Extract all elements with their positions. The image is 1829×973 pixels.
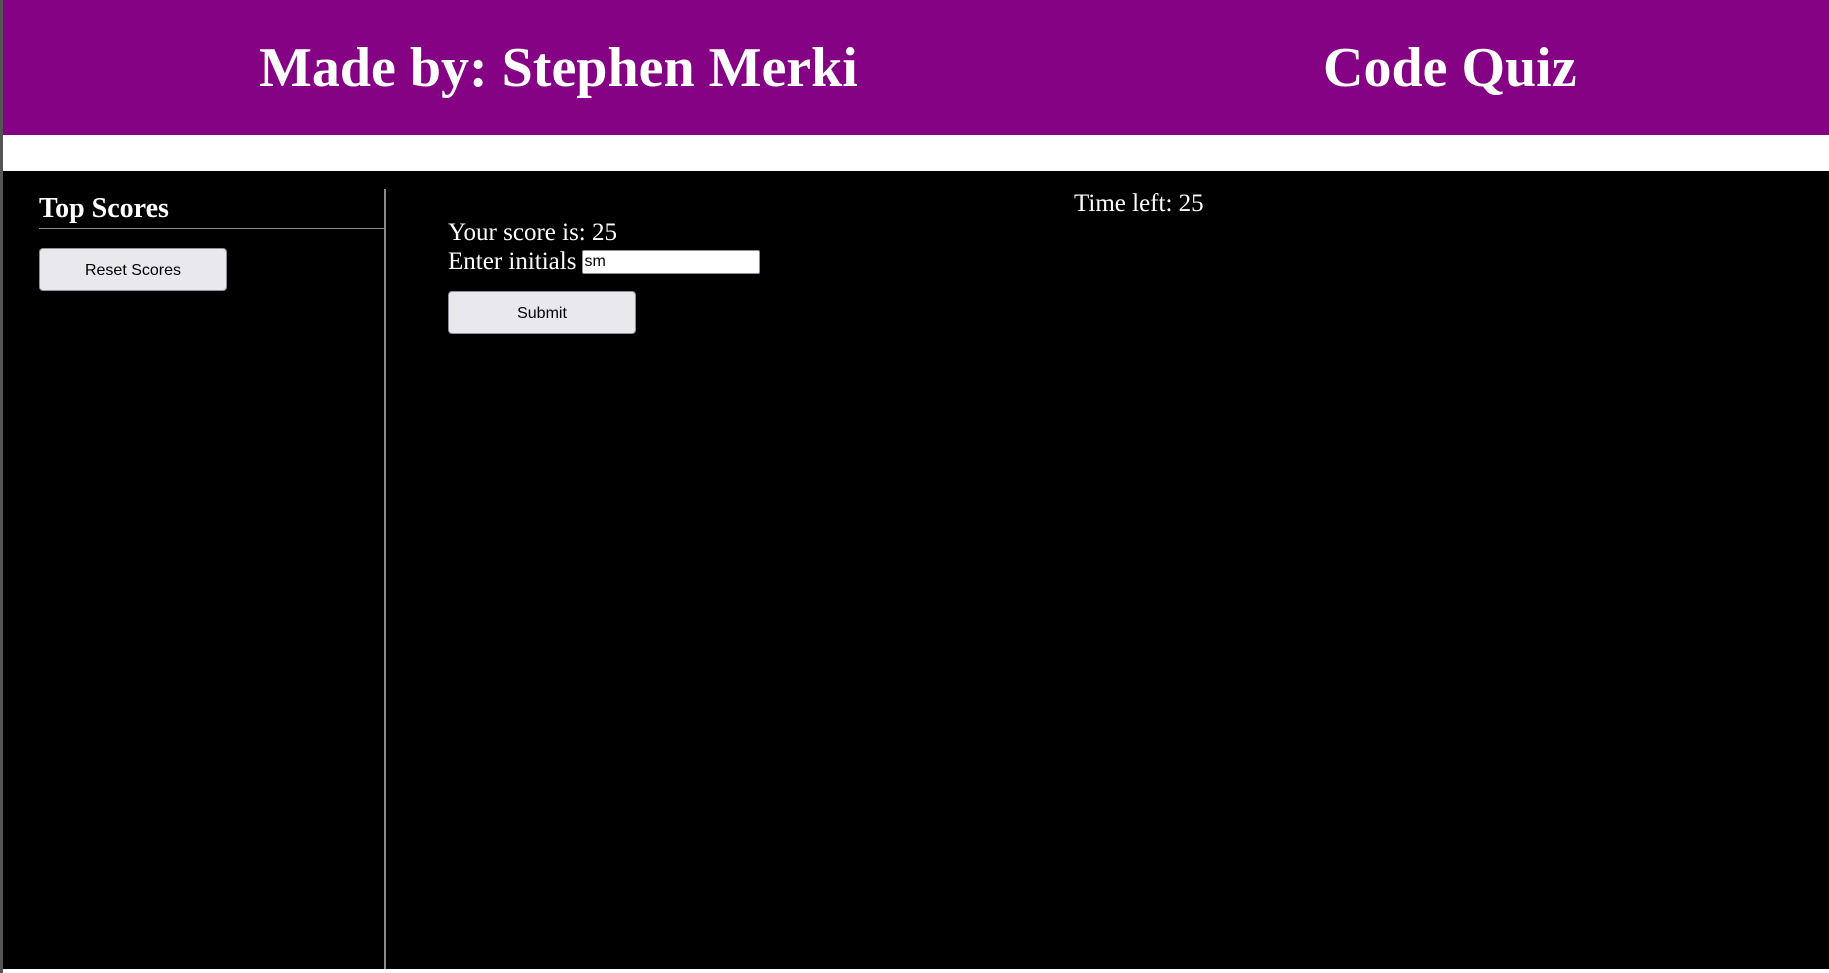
initials-input[interactable] xyxy=(582,249,761,274)
submit-button[interactable]: Submit xyxy=(448,291,636,334)
author-title: Made by: Stephen Merki xyxy=(259,37,858,99)
app-title: Code Quiz xyxy=(1323,37,1577,99)
top-scores-heading: Top Scores xyxy=(39,192,384,229)
initials-label: Enter initials xyxy=(448,248,577,275)
initials-row: Enter initials xyxy=(448,247,761,276)
top-scores-sidebar: Top Scores Reset Scores xyxy=(3,189,386,969)
score-text: Your score is: 25 xyxy=(448,219,617,246)
header-banner: Made by: Stephen Merki Code Quiz xyxy=(3,0,1829,135)
reset-scores-button[interactable]: Reset Scores xyxy=(39,248,227,291)
page: Made by: Stephen Merki Code Quiz Top Sco… xyxy=(0,0,1829,973)
timer-display: Time left: 25 xyxy=(1074,190,1204,217)
score-form: Your score is: 25 Enter initials xyxy=(448,218,761,276)
main-area: Top Scores Reset Scores Time left: 25 Yo… xyxy=(3,171,1829,969)
